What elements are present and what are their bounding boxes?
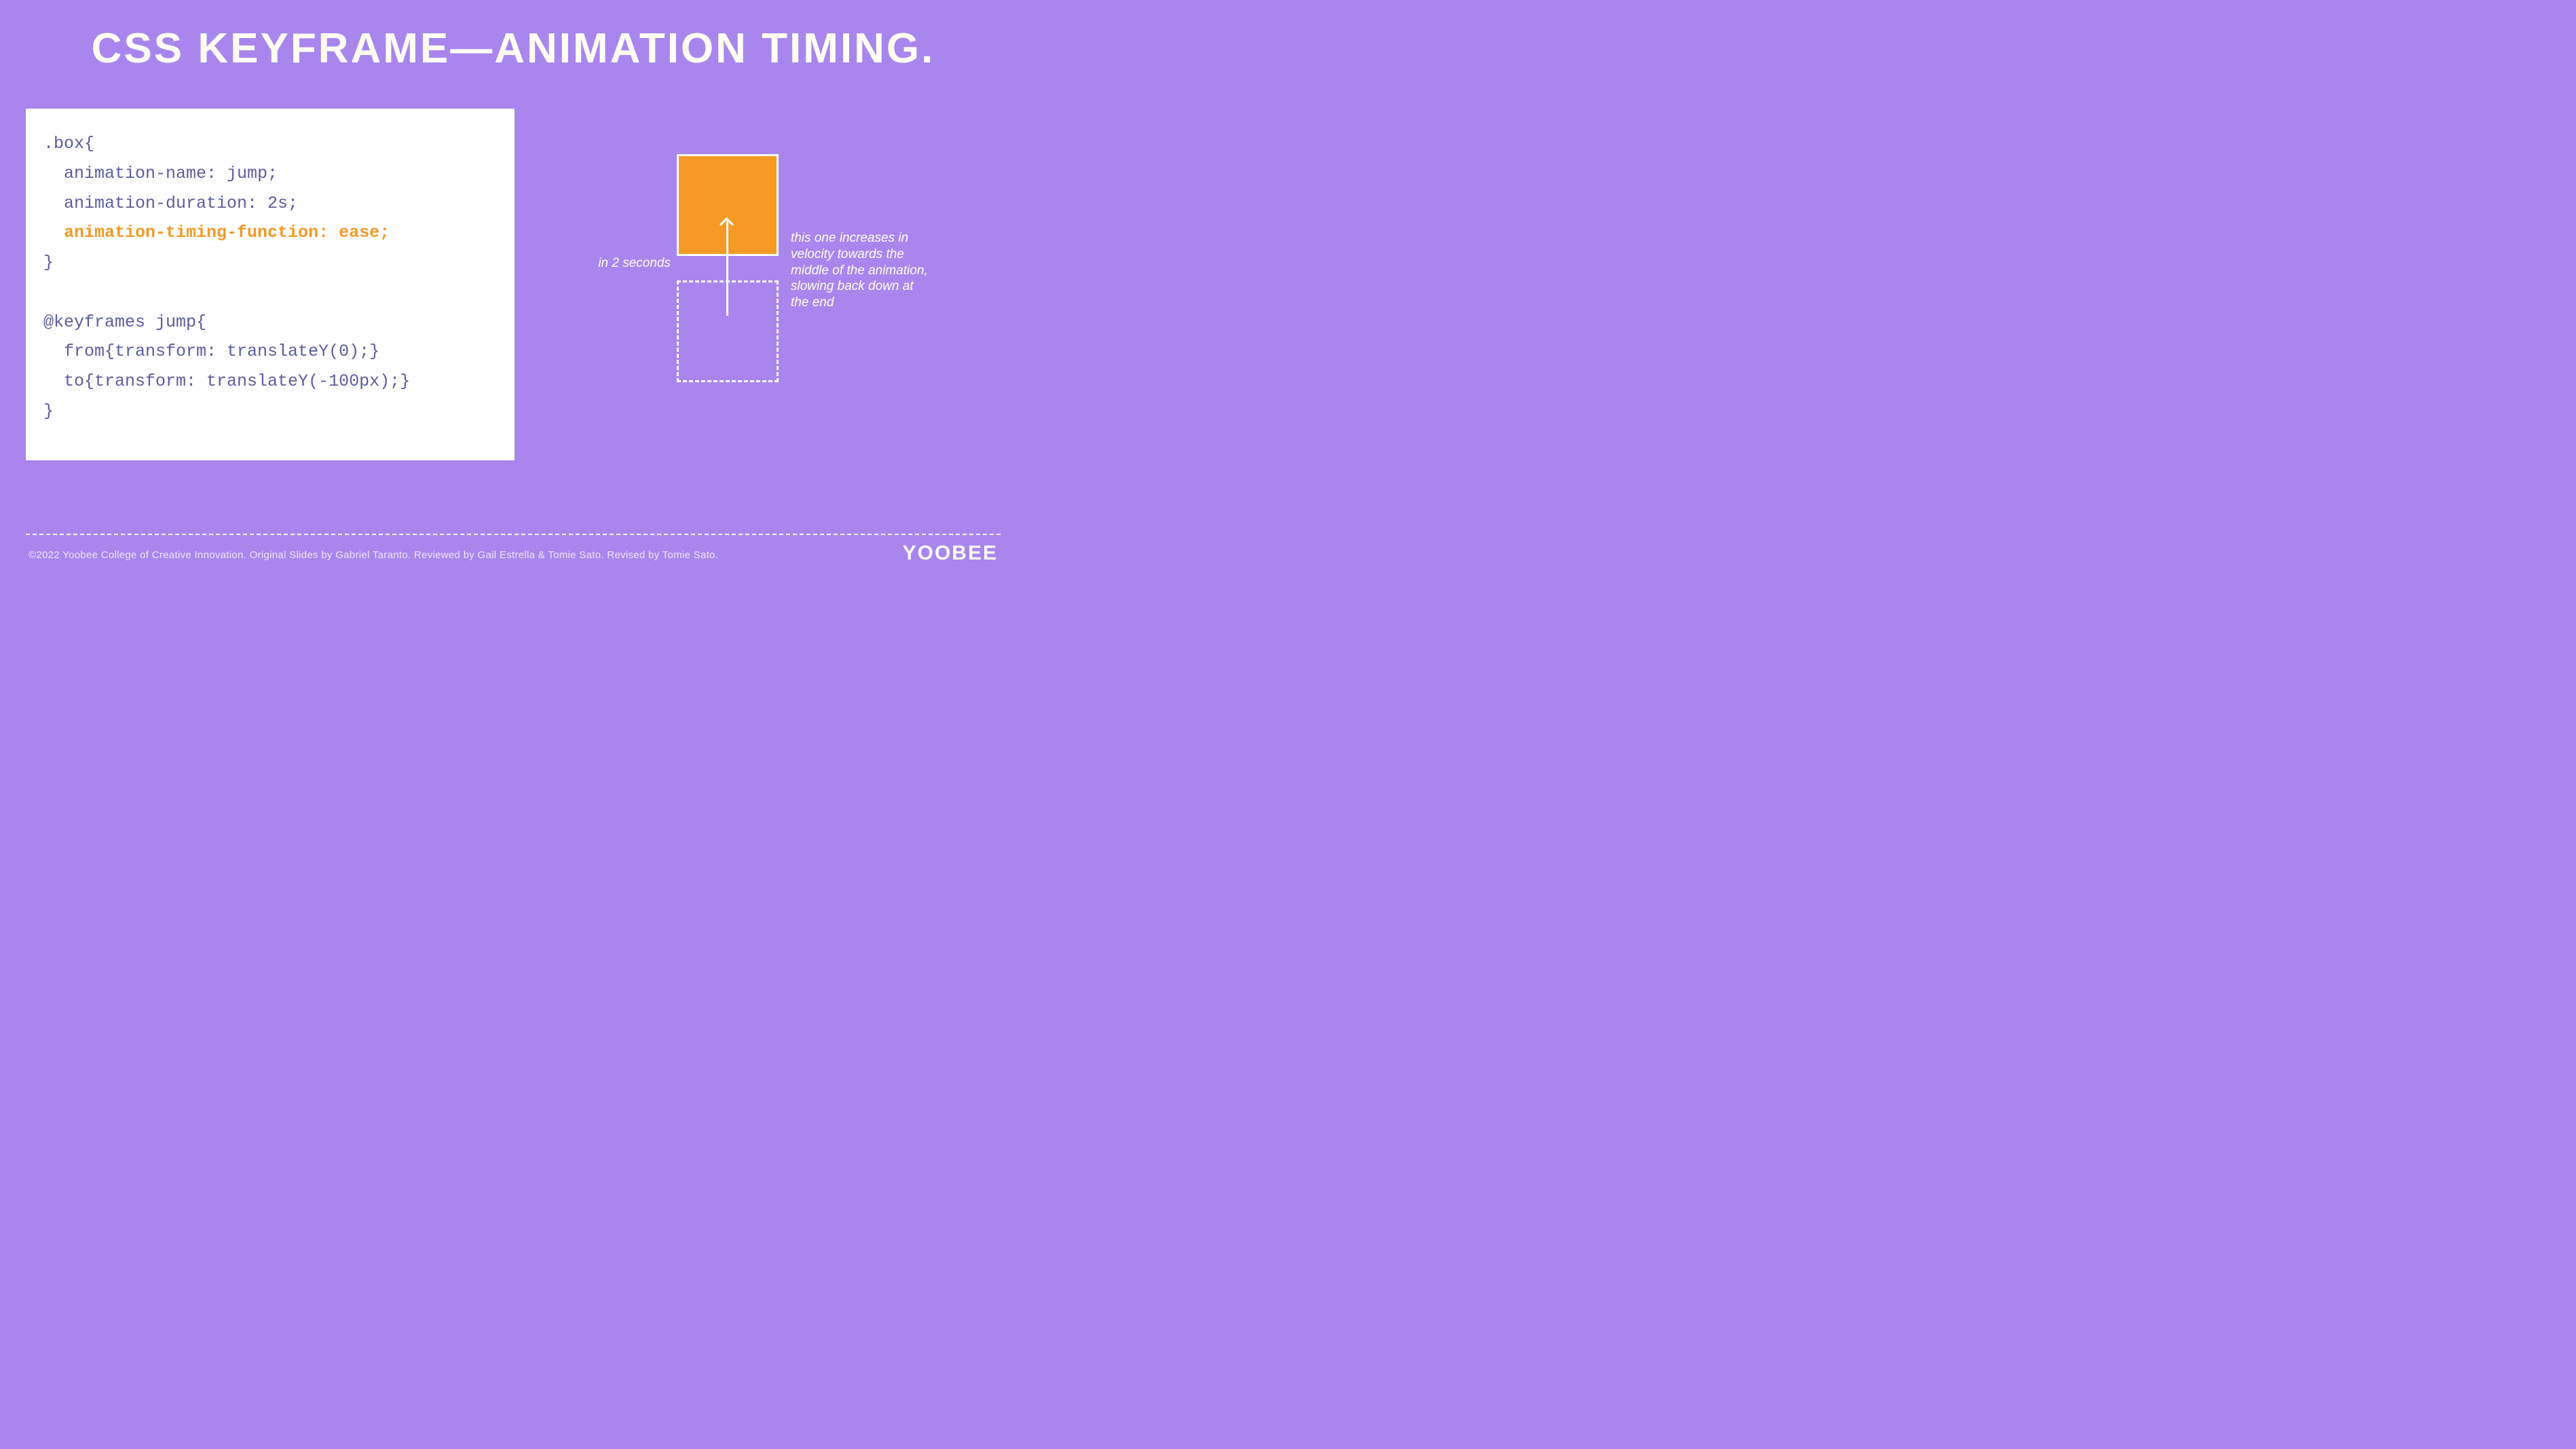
code-line: animation-name: jump;	[43, 164, 278, 183]
code-line: to{transform: translateY(-100px);}	[43, 371, 410, 391]
diagram-right-label: this one increases in velocity towards t…	[791, 230, 933, 311]
code-line-highlight: animation-timing-function: ease;	[43, 223, 390, 242]
arrow-up-icon	[726, 221, 728, 316]
footer-divider	[26, 534, 1001, 535]
code-block: .box{ animation-name: jump; animation-du…	[43, 129, 497, 426]
code-line: animation-duration: 2s;	[43, 194, 298, 213]
code-line: from{transform: translateY(0);}	[43, 342, 379, 361]
code-line: .box{	[43, 134, 94, 153]
brand-logo: YOOBEE	[903, 542, 998, 565]
footer-credits: ©2022 Yoobee College of Creative Innovat…	[29, 549, 718, 561]
animation-diagram: in 2 seconds this one increases in veloc…	[567, 146, 960, 404]
diagram-left-label: in 2 seconds	[569, 256, 671, 271]
code-line: @keyframes jump{	[43, 312, 206, 332]
code-line: }	[43, 253, 54, 272]
code-line: }	[43, 401, 54, 421]
slide-title: CSS KEYFRAME—ANIMATION TIMING.	[0, 24, 1026, 73]
code-panel: .box{ animation-name: jump; animation-du…	[26, 109, 515, 460]
